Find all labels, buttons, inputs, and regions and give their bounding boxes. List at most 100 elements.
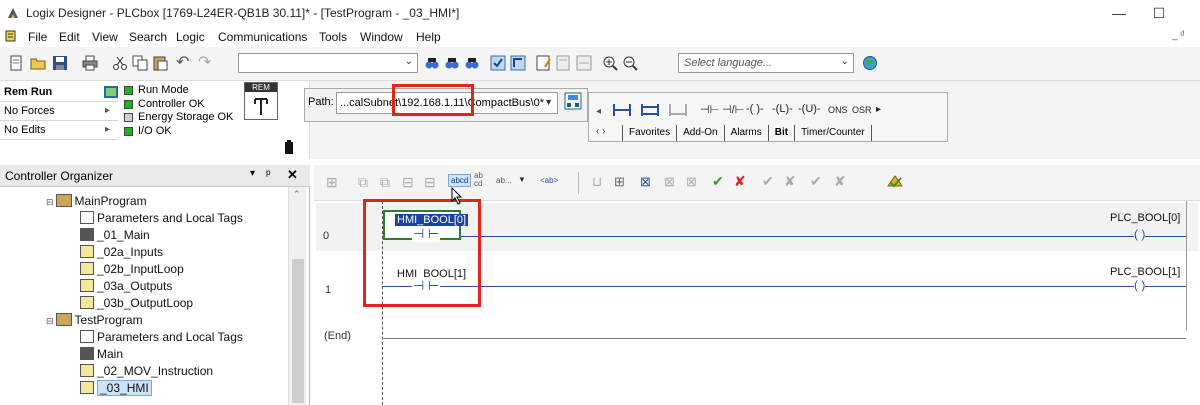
ladder-edit-3-icon[interactable]: ⊠ <box>640 174 651 190</box>
menu-search[interactable]: Search <box>129 30 167 44</box>
paste-icon[interactable] <box>152 55 168 71</box>
osr-instruction-icon[interactable]: OSR <box>852 105 872 115</box>
chevron-down-icon[interactable]: ▼ <box>518 175 526 184</box>
collapse-icon[interactable]: ⊟ <box>46 316 54 326</box>
ladder-edit-2-icon[interactable]: ⊞ <box>614 174 625 190</box>
zoom-in-icon[interactable] <box>602 55 618 71</box>
cancel-rung-icon[interactable]: ✘ <box>734 173 746 190</box>
save-icon[interactable] <box>52 55 68 71</box>
redo-icon[interactable]: ↷ <box>198 52 211 72</box>
maximize-button[interactable]: ☐ <box>1146 2 1172 24</box>
tree-item-03b-outputloop[interactable]: _03b_OutputLoop <box>0 295 290 312</box>
tree-item-main-params[interactable]: Parameters and Local Tags <box>0 210 290 227</box>
ladder-tool-4-icon[interactable]: ⊟ <box>402 174 414 191</box>
show-tag-description-toggle[interactable]: abcd <box>448 174 472 187</box>
verify-icon[interactable] <box>490 55 506 71</box>
menu-window[interactable]: Window <box>360 30 403 44</box>
print-icon[interactable] <box>82 55 98 71</box>
test-accept-icon[interactable]: ✔ <box>810 173 822 190</box>
ladder-edit-5-icon[interactable]: ⊠ <box>686 174 697 190</box>
language-select[interactable]: Select language... ⌄ <box>678 53 854 73</box>
tab-add-on[interactable]: Add-On <box>677 125 725 141</box>
menu-view[interactable]: View <box>92 30 118 44</box>
rung-icon[interactable] <box>612 102 632 118</box>
tab-timer-counter[interactable]: Timer/Counter <box>795 125 872 141</box>
find-replace-icon[interactable] <box>464 55 480 71</box>
scroll-up-icon[interactable]: ⌃ <box>293 189 301 200</box>
ote-coil-icon[interactable]: ( ) <box>1134 227 1146 241</box>
globe-language-icon[interactable] <box>862 55 878 71</box>
open-folder-icon[interactable] <box>30 55 46 71</box>
otl-instruction-icon[interactable]: -(L)- <box>772 103 793 115</box>
edit-routine-icon[interactable] <box>536 55 552 71</box>
tree-item-testprogram[interactable]: ⊟ TestProgram <box>0 312 290 329</box>
undo-icon[interactable]: ↶ <box>176 52 189 72</box>
verify-program-icon[interactable] <box>510 55 526 71</box>
tab-favorites[interactable]: Favorites <box>622 125 678 141</box>
organizer-scrollbar[interactable]: ⌃ <box>288 187 306 405</box>
ladder-edit-1-icon[interactable]: ⊔ <box>592 174 602 190</box>
rung-0-output-tag[interactable]: PLC_BOOL[0] <box>1110 212 1180 224</box>
test-edits-icon[interactable] <box>576 55 592 71</box>
ote-instruction-icon[interactable]: -( )- <box>746 103 764 115</box>
forces-arrow-icon[interactable]: ▸ <box>105 105 110 116</box>
scrollbar-thumb[interactable] <box>292 259 304 403</box>
zoom-out-icon[interactable] <box>622 55 638 71</box>
untest-icon[interactable]: ✘ <box>834 173 846 190</box>
menu-edit[interactable]: Edit <box>59 30 80 44</box>
edits-arrow-icon[interactable]: ▸ <box>105 124 110 135</box>
tree-item-03-hmi[interactable]: _03_HMI <box>0 380 290 397</box>
palette-scroll-left-icon[interactable]: ◂ <box>596 106 601 117</box>
network-browse-icon[interactable] <box>564 92 582 110</box>
find-next-icon[interactable] <box>444 55 460 71</box>
palette-more-icon[interactable]: ▸ <box>876 104 881 115</box>
tag-name-display-select[interactable]: ab... <box>496 176 512 185</box>
ladder-tool-5-icon[interactable]: ⊟ <box>424 174 436 191</box>
branch-level-icon[interactable] <box>668 102 688 118</box>
mdi-minimize-icon[interactable]: _ ᵈ <box>1172 30 1184 41</box>
collapse-icon[interactable]: ⊟ <box>46 197 54 207</box>
show-comments-toggle[interactable]: ab cd <box>474 172 488 188</box>
tree-item-main[interactable]: Main <box>0 346 290 363</box>
ote-coil-icon[interactable]: ( ) <box>1134 278 1146 292</box>
organizer-menu-icon[interactable]: ▾ <box>250 168 255 179</box>
copy-icon[interactable] <box>132 55 148 71</box>
cut-icon[interactable] <box>112 55 128 71</box>
tree-item-02a-inputs[interactable]: _02a_Inputs <box>0 244 290 261</box>
minimize-button[interactable]: — <box>1106 2 1132 24</box>
menu-logic[interactable]: Logic <box>176 30 205 44</box>
ladder-tool-2-icon[interactable]: ⧉ <box>358 174 368 191</box>
tree-item-02-mov-instruction[interactable]: _02_MOV_Instruction <box>0 363 290 380</box>
menu-file[interactable]: File <box>28 30 47 44</box>
assemble-edits-icon[interactable]: ✔ <box>762 173 774 190</box>
ladder-tool-3-icon[interactable]: ⧉ <box>380 174 390 191</box>
menu-communications[interactable]: Communications <box>218 30 307 44</box>
new-file-icon[interactable] <box>8 55 24 71</box>
tab-alarms[interactable]: Alarms <box>725 125 769 141</box>
ons-instruction-icon[interactable]: ONS <box>828 105 848 115</box>
tree-item-mainprogram[interactable]: ⊟ MainProgram <box>0 193 290 210</box>
menu-help[interactable]: Help <box>416 30 441 44</box>
xic-instruction-icon[interactable]: ⊣⊢ <box>700 103 719 116</box>
tree-item-03a-outputs[interactable]: _03a_Outputs <box>0 278 290 295</box>
toolbar-combo[interactable]: ⌄ <box>238 53 418 73</box>
find-icon[interactable] <box>424 55 440 71</box>
rung-1-output-tag[interactable]: PLC_BOOL[1] <box>1110 266 1180 278</box>
cancel-edits-icon[interactable]: ✘ <box>784 173 796 190</box>
tree-item-01-main[interactable]: _01_Main <box>0 227 290 244</box>
otu-instruction-icon[interactable]: -(U)- <box>798 103 821 115</box>
ladder-edit-4-icon[interactable]: ⊠ <box>664 174 675 190</box>
accept-rung-icon[interactable]: ✔ <box>712 173 724 190</box>
tree-item-test-params[interactable]: Parameters and Local Tags <box>0 329 290 346</box>
accept-edits-icon[interactable] <box>556 55 572 71</box>
xio-instruction-icon[interactable]: ⊣/⊢ <box>722 103 744 116</box>
show-tag-alias-toggle[interactable]: <ab> <box>540 176 558 185</box>
pin-icon[interactable]: ᵖ <box>266 167 271 181</box>
tabs-scroll-icon[interactable]: ‹ › <box>596 126 605 137</box>
tree-item-02b-inputloop[interactable]: _02b_InputLoop <box>0 261 290 278</box>
organizer-close-icon[interactable]: ✕ <box>287 167 298 183</box>
tab-bit[interactable]: Bit <box>769 125 796 141</box>
menu-tools[interactable]: Tools <box>319 30 347 44</box>
branch-icon[interactable] <box>640 102 660 118</box>
ladder-tool-1-icon[interactable]: ⊞ <box>326 174 338 191</box>
